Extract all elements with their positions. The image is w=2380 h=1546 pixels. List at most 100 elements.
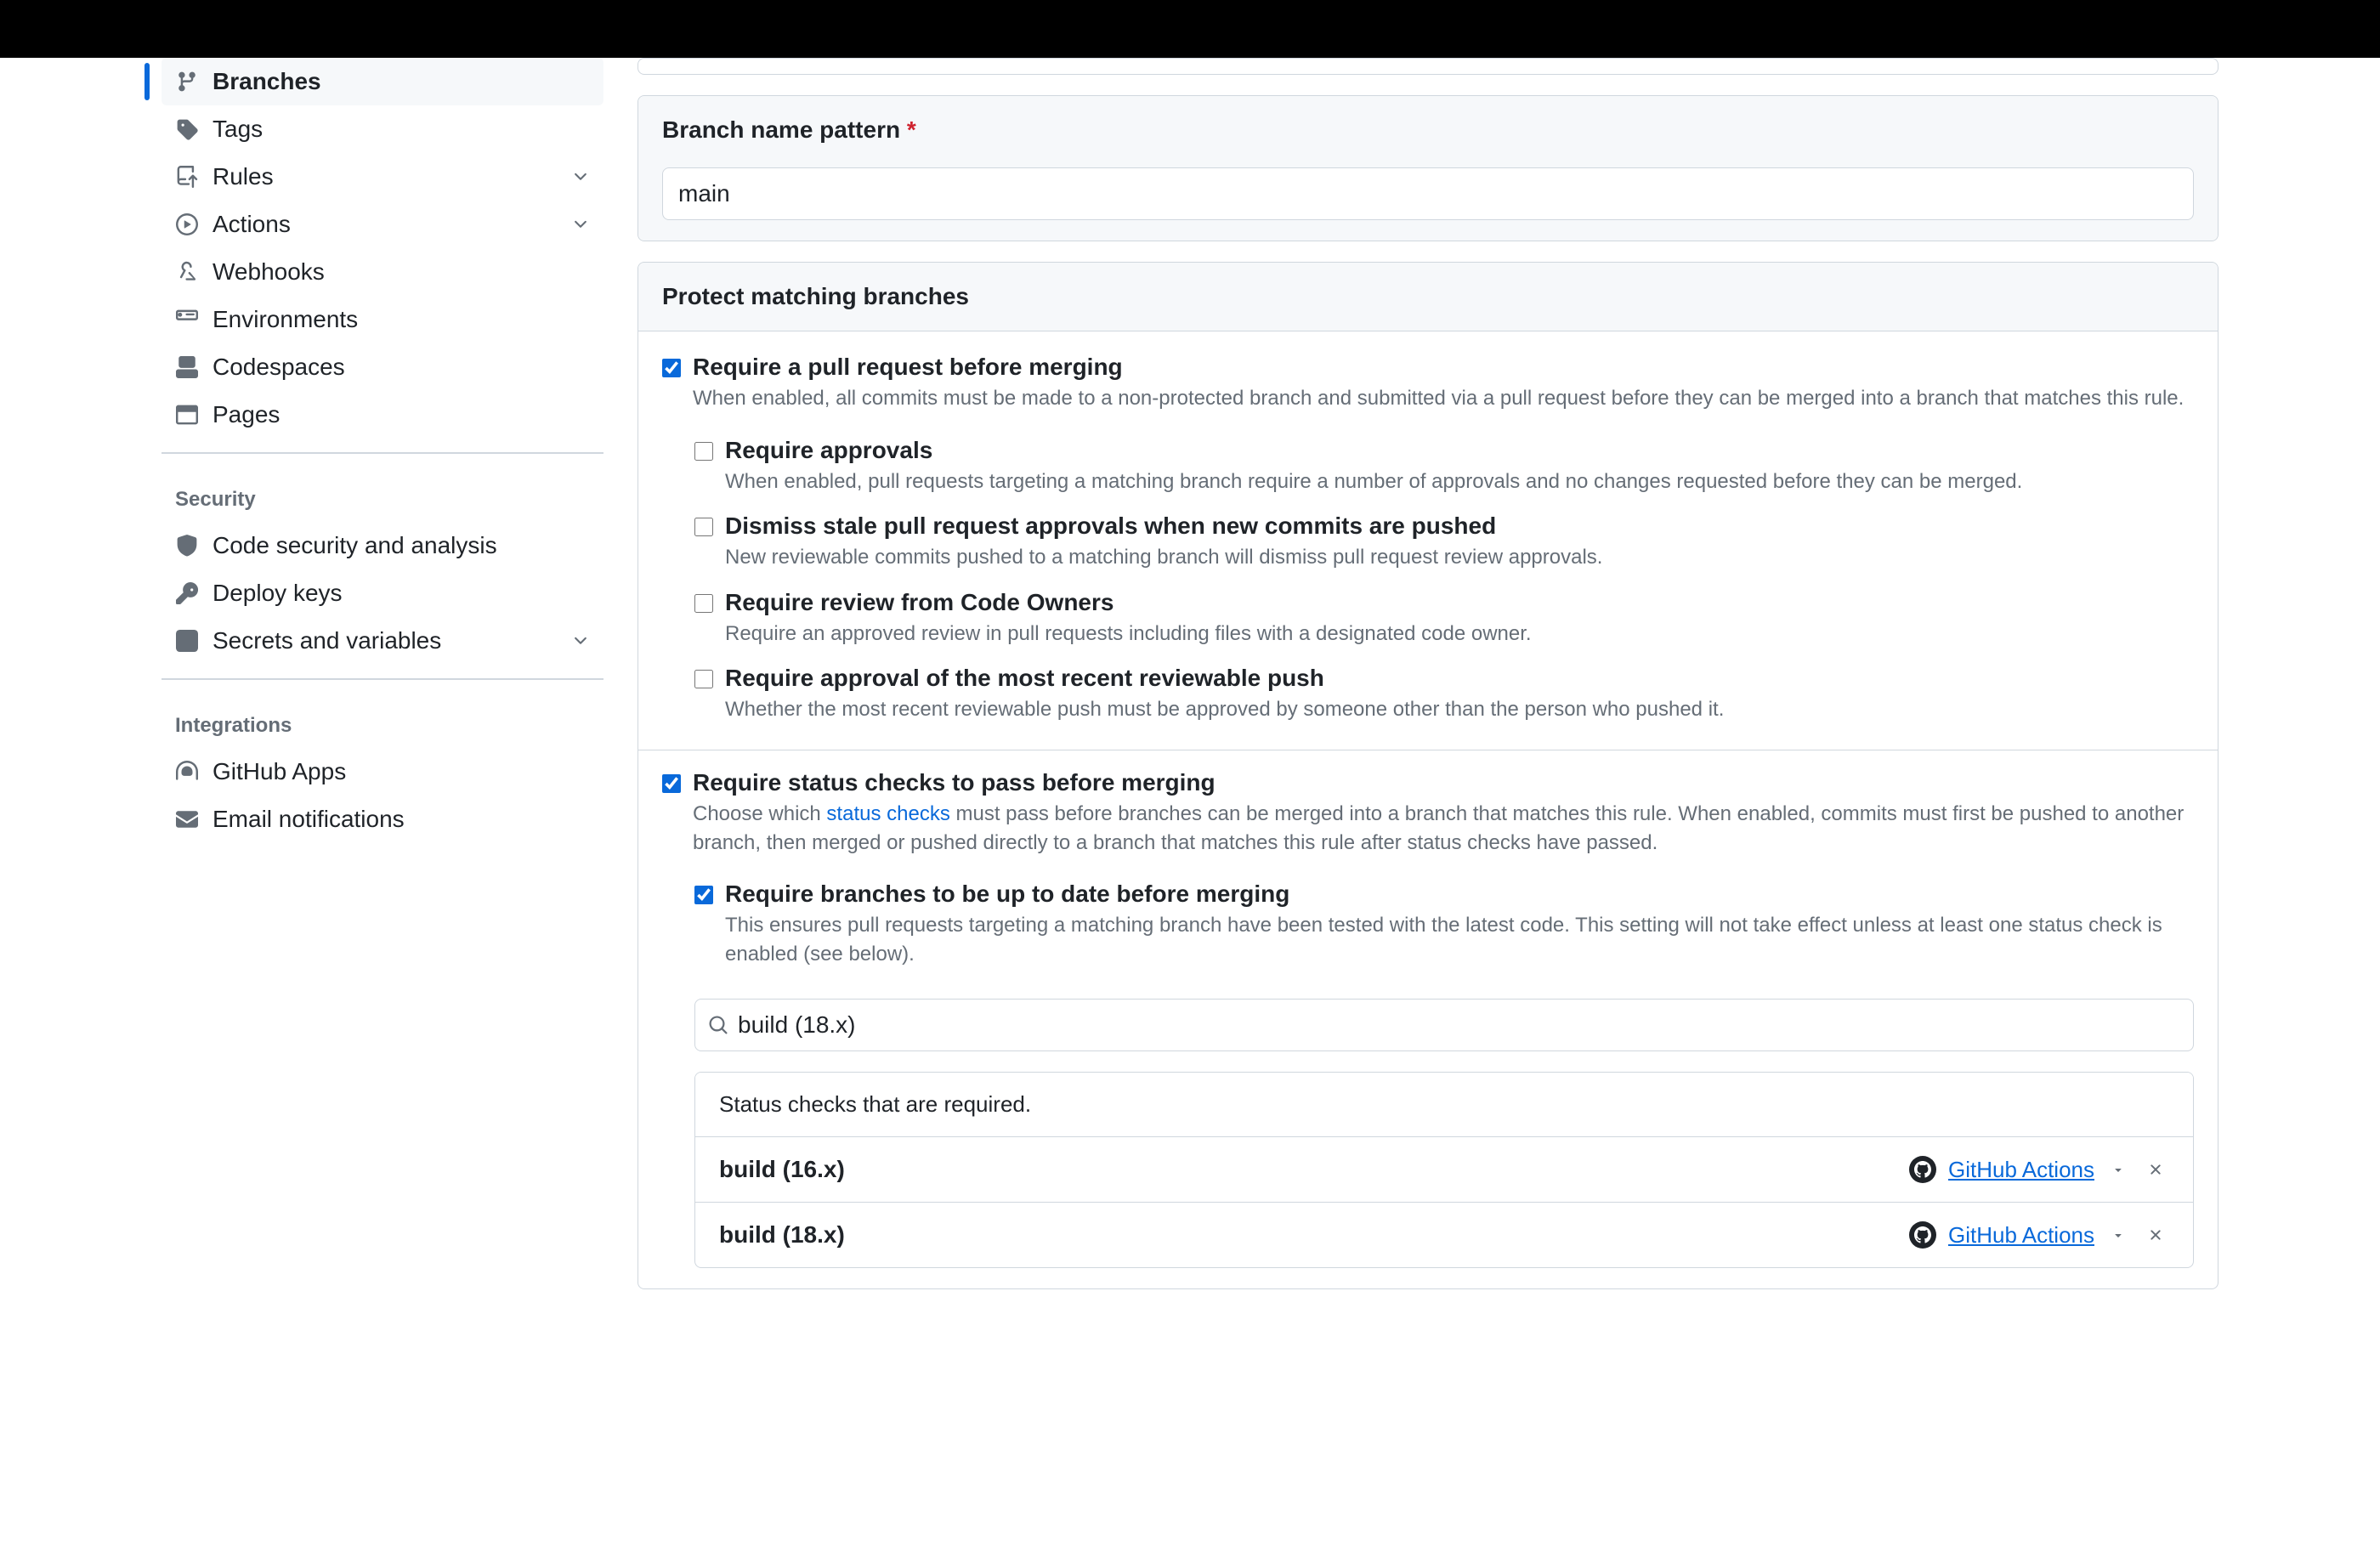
uptodate-row: Require branches to be up to date before… xyxy=(694,879,2194,983)
require-pr-desc: When enabled, all commits must be made t… xyxy=(693,384,2184,413)
dismiss-stale-desc: New reviewable commits pushed to a match… xyxy=(725,543,1602,572)
panel-top-fragment xyxy=(638,58,2218,75)
require-status-label: Require status checks to pass before mer… xyxy=(693,769,2194,796)
require-approvals-label: Require approvals xyxy=(725,437,2022,464)
sidebar-item-label: Webhooks xyxy=(212,258,325,286)
dropdown-button[interactable] xyxy=(2106,1223,2130,1247)
sidebar-item-label: GitHub Apps xyxy=(212,758,346,785)
required-asterisk: * xyxy=(907,116,916,143)
remove-button[interactable] xyxy=(2142,1221,2169,1249)
require-status-row: Require status checks to pass before mer… xyxy=(662,767,2194,872)
status-checks-link[interactable]: status checks xyxy=(826,802,949,825)
dismiss-stale-label: Dismiss stale pull request approvals whe… xyxy=(725,513,1602,540)
sidebar-item-label: Rules xyxy=(212,163,274,190)
codespaces-icon xyxy=(175,355,199,379)
status-search-input[interactable] xyxy=(694,999,2194,1051)
repo-push-icon xyxy=(175,165,199,189)
status-search-wrap xyxy=(694,999,2194,1051)
chevron-down-icon xyxy=(571,167,590,186)
browser-icon xyxy=(175,403,199,427)
required-checks-box: Status checks that are required. build (… xyxy=(694,1072,2194,1268)
github-icon xyxy=(1909,1221,1936,1249)
sidebar-item-environments[interactable]: Environments xyxy=(162,296,604,343)
divider xyxy=(162,452,604,454)
sidebar-item-label: Email notifications xyxy=(212,806,405,833)
sidebar-section-integrations: Integrations xyxy=(162,694,604,748)
sidebar-item-label: Codespaces xyxy=(212,354,345,381)
status-check-row: build (18.x) GitHub Actions xyxy=(695,1203,2193,1267)
branch-pattern-title: Branch name pattern * xyxy=(662,116,2194,144)
sidebar-item-deploy-keys[interactable]: Deploy keys xyxy=(162,569,604,617)
sidebar-item-branches[interactable]: Branches xyxy=(162,58,604,105)
sidebar-item-label: Pages xyxy=(212,401,280,428)
webhook-icon xyxy=(175,260,199,284)
tag-icon xyxy=(175,117,199,141)
server-icon xyxy=(175,308,199,331)
protect-title: Protect matching branches xyxy=(662,283,2194,310)
require-approvals-row: Require approvals When enabled, pull req… xyxy=(694,435,2194,512)
status-check-source[interactable]: GitHub Actions xyxy=(1948,1157,2094,1183)
sidebar-item-actions[interactable]: Actions xyxy=(162,201,604,248)
dismiss-stale-row: Dismiss stale pull request approvals whe… xyxy=(694,511,2194,587)
status-check-source[interactable]: GitHub Actions xyxy=(1948,1222,2094,1249)
main-content: Branch name pattern * Protect matching b… xyxy=(638,58,2218,1310)
codeowners-label: Require review from Code Owners xyxy=(725,589,1532,616)
search-icon xyxy=(708,1015,728,1035)
require-approvals-checkbox[interactable] xyxy=(694,442,713,461)
last-push-row: Require approval of the most recent revi… xyxy=(694,663,2194,739)
key-icon xyxy=(175,581,199,605)
require-status-desc: Choose which status checks must pass bef… xyxy=(693,800,2194,857)
branch-pattern-input[interactable] xyxy=(662,167,2194,220)
github-icon xyxy=(1909,1156,1936,1183)
git-branch-icon xyxy=(175,70,199,93)
key-asterisk-icon xyxy=(175,629,199,653)
sidebar-section-security: Security xyxy=(162,467,604,522)
sidebar-item-github-apps[interactable]: GitHub Apps xyxy=(162,748,604,796)
sidebar-item-label: Deploy keys xyxy=(212,580,343,607)
status-check-name: build (16.x) xyxy=(719,1156,1897,1183)
codeowners-row: Require review from Code Owners Require … xyxy=(694,587,2194,664)
last-push-checkbox[interactable] xyxy=(694,670,713,688)
sidebar-item-codespaces[interactable]: Codespaces xyxy=(162,343,604,391)
sidebar-item-rules[interactable]: Rules xyxy=(162,153,604,201)
sidebar-item-code-security[interactable]: Code security and analysis xyxy=(162,522,604,569)
top-bar xyxy=(0,0,2380,58)
protect-branches-panel: Protect matching branches Require a pull… xyxy=(638,262,2218,1289)
sidebar-item-webhooks[interactable]: Webhooks xyxy=(162,248,604,296)
mail-icon xyxy=(175,807,199,831)
play-icon xyxy=(175,212,199,236)
codeowners-desc: Require an approved review in pull reque… xyxy=(725,620,1532,648)
require-approvals-desc: When enabled, pull requests targeting a … xyxy=(725,467,2022,496)
branch-pattern-panel: Branch name pattern * xyxy=(638,95,2218,241)
sidebar-item-label: Environments xyxy=(212,306,358,333)
sidebar-item-label: Secrets and variables xyxy=(212,627,441,654)
remove-button[interactable] xyxy=(2142,1156,2169,1183)
sidebar-item-pages[interactable]: Pages xyxy=(162,391,604,439)
codeowners-checkbox[interactable] xyxy=(694,594,713,613)
require-pr-checkbox[interactable] xyxy=(662,359,681,377)
require-pr-label: Require a pull request before merging xyxy=(693,354,2184,381)
status-check-row: build (16.x) GitHub Actions xyxy=(695,1137,2193,1203)
uptodate-checkbox[interactable] xyxy=(694,886,713,904)
shield-icon xyxy=(175,534,199,558)
sidebar-item-secrets[interactable]: Secrets and variables xyxy=(162,617,604,665)
sidebar-item-label: Branches xyxy=(212,68,321,95)
settings-sidebar: Branches Tags Rules Actions Webhooks Env… xyxy=(162,58,638,1310)
last-push-desc: Whether the most recent reviewable push … xyxy=(725,695,1724,724)
sidebar-item-label: Code security and analysis xyxy=(212,532,497,559)
require-pr-row: Require a pull request before merging Wh… xyxy=(662,352,2194,428)
status-check-name: build (18.x) xyxy=(719,1221,1897,1249)
sidebar-item-tags[interactable]: Tags xyxy=(162,105,604,153)
chevron-down-icon xyxy=(571,631,590,650)
hubot-icon xyxy=(175,760,199,784)
required-checks-title: Status checks that are required. xyxy=(695,1073,2193,1137)
dismiss-stale-checkbox[interactable] xyxy=(694,518,713,536)
last-push-label: Require approval of the most recent revi… xyxy=(725,665,1724,692)
uptodate-desc: This ensures pull requests targeting a m… xyxy=(725,911,2194,968)
sidebar-item-email-notifications[interactable]: Email notifications xyxy=(162,796,604,843)
require-status-checkbox[interactable] xyxy=(662,774,681,793)
divider xyxy=(162,678,604,680)
sidebar-item-label: Tags xyxy=(212,116,263,143)
dropdown-button[interactable] xyxy=(2106,1158,2130,1181)
uptodate-label: Require branches to be up to date before… xyxy=(725,881,2194,908)
